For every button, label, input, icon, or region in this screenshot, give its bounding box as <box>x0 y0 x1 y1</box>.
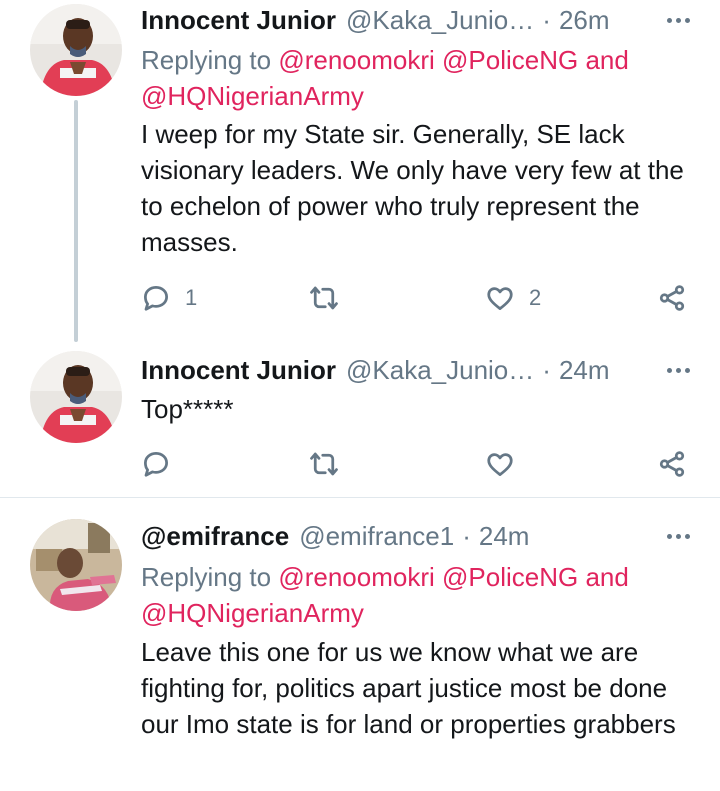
separator: · <box>542 354 551 385</box>
user-handle[interactable]: @Kaka_Junio… <box>346 355 534 386</box>
reply-icon <box>144 286 168 311</box>
reply-count: 1 <box>185 285 198 310</box>
timestamp[interactable]: 24m <box>559 355 610 386</box>
reply-button[interactable]: 1 <box>141 280 197 316</box>
like-icon <box>487 287 513 310</box>
like-button[interactable]: 2 <box>485 280 541 316</box>
retweet-button[interactable] <box>309 446 353 482</box>
retweet-button[interactable] <box>309 280 353 316</box>
retweet-icon <box>310 286 338 310</box>
tweet-header: Innocent Junior @Kaka_Junio… · 26m <box>141 2 690 38</box>
like-button[interactable] <box>485 446 529 482</box>
like-count: 2 <box>529 285 542 310</box>
tweet-text: Leave this one for us we know what we ar… <box>141 637 676 739</box>
like-icon <box>487 453 513 476</box>
action-bar: 1 2 <box>141 280 690 316</box>
tweet-header: Innocent Junior @Kaka_Junio… · 24m <box>141 352 690 388</box>
display-name[interactable]: Innocent Junior <box>141 5 336 36</box>
avatar[interactable] <box>30 519 122 611</box>
tweet-1[interactable]: Innocent Junior @Kaka_Junio… · 26m Reply… <box>0 0 720 342</box>
more-icon[interactable] <box>663 352 690 388</box>
avatar[interactable] <box>30 4 122 96</box>
replying-prefix: Replying to <box>141 45 272 75</box>
tweet-header: @emifrance @emifrance1 · 24m <box>141 518 690 554</box>
separator: · <box>542 4 551 35</box>
user-handle[interactable]: @emifrance1 <box>299 521 454 552</box>
timestamp[interactable]: 24m <box>479 521 530 552</box>
avatar[interactable] <box>30 351 122 443</box>
display-name[interactable]: Innocent Junior <box>141 355 336 386</box>
share-button[interactable] <box>657 280 687 316</box>
thread-line <box>74 100 78 342</box>
share-button[interactable] <box>657 446 687 482</box>
mention-policeng[interactable]: @PoliceNG <box>442 562 578 592</box>
divider <box>0 497 720 498</box>
mention-renoomokri[interactable]: @renoomokri <box>278 45 434 75</box>
tweet-text: Top***** <box>141 394 234 424</box>
mention-policeng[interactable]: @PoliceNG <box>442 45 578 75</box>
mention-renoomokri[interactable]: @renoomokri <box>278 562 434 592</box>
tweet-3[interactable]: @emifrance @emifrance1 · 24m Replying to… <box>0 510 720 791</box>
mention-hqnigerianarmy[interactable]: @HQNigerianArmy <box>141 81 364 111</box>
more-icon[interactable] <box>663 518 690 554</box>
replying-to: Replying to @renoomokri @PoliceNG and @H… <box>141 42 700 114</box>
share-icon <box>659 285 685 311</box>
separator: · <box>462 520 471 551</box>
display-name[interactable]: @emifrance <box>141 521 289 552</box>
replying-to: Replying to @renoomokri @PoliceNG and @H… <box>141 559 700 631</box>
tweet-2[interactable]: Innocent Junior @Kaka_Junio… · 24m Top**… <box>0 345 720 495</box>
mention-and[interactable]: and <box>585 45 628 75</box>
more-icon[interactable] <box>663 2 690 38</box>
share-icon <box>659 451 685 477</box>
reply-button[interactable] <box>141 446 185 482</box>
replying-prefix: Replying to <box>141 562 272 592</box>
reply-icon <box>144 452 168 477</box>
tweet-text: I weep for my State sir. Generally, SE l… <box>141 119 684 257</box>
timestamp[interactable]: 26m <box>559 5 610 36</box>
user-handle[interactable]: @Kaka_Junio… <box>346 5 534 36</box>
action-bar <box>141 446 690 482</box>
mention-hqnigerianarmy[interactable]: @HQNigerianArmy <box>141 598 364 628</box>
mention-and[interactable]: and <box>585 562 628 592</box>
retweet-icon <box>310 452 338 476</box>
